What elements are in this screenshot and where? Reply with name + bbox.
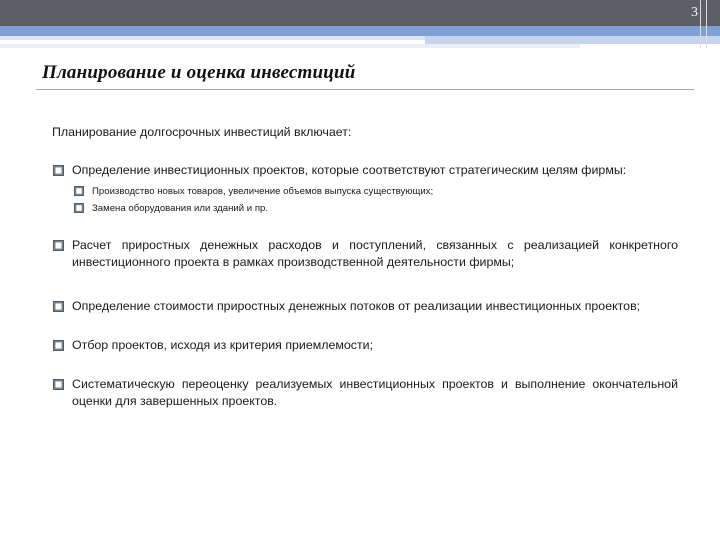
list-item: Определение стоимости приростных денежны… xyxy=(52,298,678,315)
list-item-text: Систематическую переоценку реализуемых и… xyxy=(72,377,678,408)
slide-title: Планирование и оценка инвестиций xyxy=(42,62,356,83)
list-item: Определение инвестиционных проектов, кот… xyxy=(52,162,678,179)
checkbox-bullet-icon xyxy=(74,203,84,213)
checkbox-bullet-icon xyxy=(53,379,64,390)
list-item: Систематическую переоценку реализуемых и… xyxy=(52,376,678,410)
checkbox-bullet-icon xyxy=(53,340,64,351)
header-divider xyxy=(706,0,707,48)
sub-list-item-text: Замена оборудования или зданий и пр. xyxy=(92,203,269,214)
slide-number: 3 xyxy=(691,5,698,20)
list-item: Расчет приростных денежных расходов и по… xyxy=(52,237,678,271)
sub-list-item: Производство новых товаров, увеличение о… xyxy=(72,185,678,198)
list-item-text: Определение инвестиционных проектов, кот… xyxy=(72,163,627,177)
header-band-right xyxy=(425,36,720,44)
list-item: Отбор проектов, исходя из критерия прием… xyxy=(52,337,678,354)
header-divider xyxy=(700,0,701,48)
slide-content: Планирование долгосрочных инвестиций вкл… xyxy=(52,124,678,410)
sub-list: Производство новых товаров, увеличение о… xyxy=(72,185,678,215)
header-band-left xyxy=(0,44,580,48)
title-divider xyxy=(36,89,694,90)
list-item-text: Расчет приростных денежных расходов и по… xyxy=(72,238,678,269)
list-item-text: Отбор проектов, исходя из критерия прием… xyxy=(72,338,374,352)
header-accent-bar xyxy=(0,26,720,36)
header-bar xyxy=(0,0,720,26)
checkbox-bullet-icon xyxy=(53,240,64,251)
checkbox-bullet-icon xyxy=(74,186,84,196)
sub-list-item-text: Производство новых товаров, увеличение о… xyxy=(92,186,434,197)
sub-list-item: Замена оборудования или зданий и пр. xyxy=(72,202,678,215)
checkbox-bullet-icon xyxy=(53,301,64,312)
intro-text: Планирование долгосрочных инвестиций вкл… xyxy=(52,125,352,139)
list-item-text: Определение стоимости приростных денежны… xyxy=(72,299,641,313)
checkbox-bullet-icon xyxy=(53,165,64,176)
